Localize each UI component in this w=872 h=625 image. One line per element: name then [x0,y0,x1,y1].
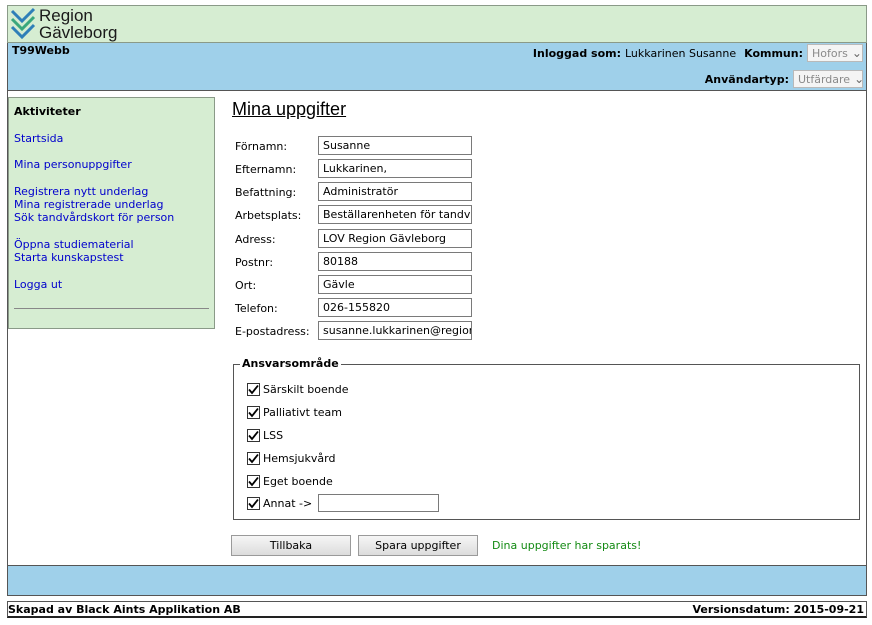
sidebar-divider [14,308,209,309]
checkbox-label: Särskilt boende [263,383,349,396]
checkbox-label: Hemsjukvård [263,452,336,465]
form-label: Befattning: [235,186,297,199]
header-bar: T99Webb Inloggad som: Lukkarinen Susanne… [7,43,867,91]
logged-in-label: Inloggad som: [532,46,621,60]
checkbox-row: Annat -> [247,494,440,512]
form-label: Ort: [235,279,257,292]
checkbox-row: Särskilt boende [247,383,348,396]
adress-input[interactable]: LOV Region Gävleborg [318,229,472,248]
checkbox-label: Eget boende [263,475,333,488]
form-label: Telefon: [235,302,278,315]
arbetsplats-input[interactable]: Beställarenheten för tandvård [318,205,472,224]
page-title: Mina uppgifter [232,99,347,119]
logo-bar: Region Gävleborg [7,5,867,43]
hemsjukvard-checkbox[interactable] [247,452,260,465]
form-label: E-postadress: [235,325,310,338]
check-icon [248,384,259,395]
saved-status-message: Dina uppgifter har sparats! [492,539,642,552]
region-logo: Region Gävleborg [10,7,117,41]
form-label: Arbetsplats: [235,209,302,222]
check-icon [248,498,259,508]
footer-credit: Skapad av Black Aints Applikation AB [8,603,241,616]
ansvarsomrade-fieldset: Ansvarsområde Särskilt boende Palliativt… [233,357,860,520]
form-label: Efternamn: [235,163,297,176]
usertype-label: Användartyp: [704,72,789,86]
lss-checkbox[interactable] [247,429,260,442]
epost-input[interactable]: susanne.lukkarinen@regiongavleborg.se [318,321,472,340]
main-area: Aktiviteter Startsida Mina personuppgift… [7,91,867,565]
check-icon [248,476,259,487]
checkbox-row: Hemsjukvård [247,452,335,465]
logged-in-user: Lukkarinen Susanne [625,46,737,60]
sidebar-title: Aktiviteter [14,105,81,118]
efternamn-input[interactable]: Lukkarinen, [318,159,472,178]
form-label: Förnamn: [235,140,288,153]
befattning-input[interactable]: Administratör [318,182,472,201]
checkbox-row: LSS [247,429,283,442]
kommun-value: Hofors [812,46,848,60]
check-icon [248,407,259,418]
eget-boende-checkbox[interactable] [247,475,260,488]
sidebar-item-mina-registrerade-underlag[interactable]: Mina registrerade underlag [14,198,163,211]
usertype-select[interactable]: Utfärdare ⌄ [793,70,865,88]
content: Mina uppgifter Förnamn: Susanne Efternam… [230,91,860,561]
sidebar-item-starta-kunskapstest[interactable]: Starta kunskapstest [14,251,124,264]
palliativt-team-checkbox[interactable] [247,406,260,419]
logo-line-1: Region [39,6,93,25]
fornamn-input[interactable]: Susanne [318,136,472,155]
logo-line-2: Gävleborg [39,23,118,42]
chevron-down-icon: ⌄ [854,72,865,86]
logo-text: Region Gävleborg [39,7,117,41]
app-name: T99Webb [12,44,70,57]
bottom-bar [7,565,867,596]
check-icon [248,430,259,441]
kommun-select[interactable]: Hofors ⌄ [807,44,863,62]
sidebar-item-logga-ut[interactable]: Logga ut [14,278,62,291]
footer: Skapad av Black Aints Applikation AB Ver… [7,601,867,618]
sidebar-item-sok-tandvardskort[interactable]: Sök tandvårdskort för person [14,211,174,224]
back-button[interactable]: Tillbaka [231,535,351,556]
save-button[interactable]: Spara uppgifter [358,535,478,556]
checkbox-label: Palliativt team [263,406,343,419]
kommun-label: Kommun: [744,46,803,60]
sidebar-item-oppna-studiematerial[interactable]: Öppna studiematerial [14,238,134,251]
usertype-info: Användartyp: Utfärdare ⌄ [704,70,865,88]
checkbox-row: Eget boende [247,475,333,488]
region-wave-icon [10,7,36,40]
user-info: Inloggad som: Lukkarinen Susanne Kommun:… [533,44,863,62]
sidebar-item-startsida[interactable]: Startsida [14,132,63,145]
footer-version: Versionsdatum: 2015-09-21 [692,603,865,616]
annat-checkbox[interactable] [247,496,260,510]
usertype-value: Utfärdare [798,72,851,86]
telefon-input[interactable]: 026-155820 [318,298,472,317]
checkbox-row: Palliativt team [247,406,342,419]
form-label: Adress: [235,233,276,246]
sarskilt-boende-checkbox[interactable] [247,383,260,396]
ansvarsomrade-legend: Ansvarsområde [240,357,341,370]
form-label: Postnr: [235,256,274,269]
checkbox-label: LSS [263,429,284,442]
check-icon [248,453,259,464]
chevron-down-icon: ⌄ [851,46,862,60]
sidebar: Aktiviteter Startsida Mina personuppgift… [8,97,215,329]
checkbox-label: Annat -> [263,496,313,510]
postnr-input[interactable]: 80188 [318,252,472,271]
sidebar-item-registrera-nytt-underlag[interactable]: Registrera nytt underlag [14,185,148,198]
annat-input[interactable] [318,494,440,512]
ort-input[interactable]: Gävle [318,275,472,294]
sidebar-item-mina-personuppgifter[interactable]: Mina personuppgifter [14,158,132,171]
